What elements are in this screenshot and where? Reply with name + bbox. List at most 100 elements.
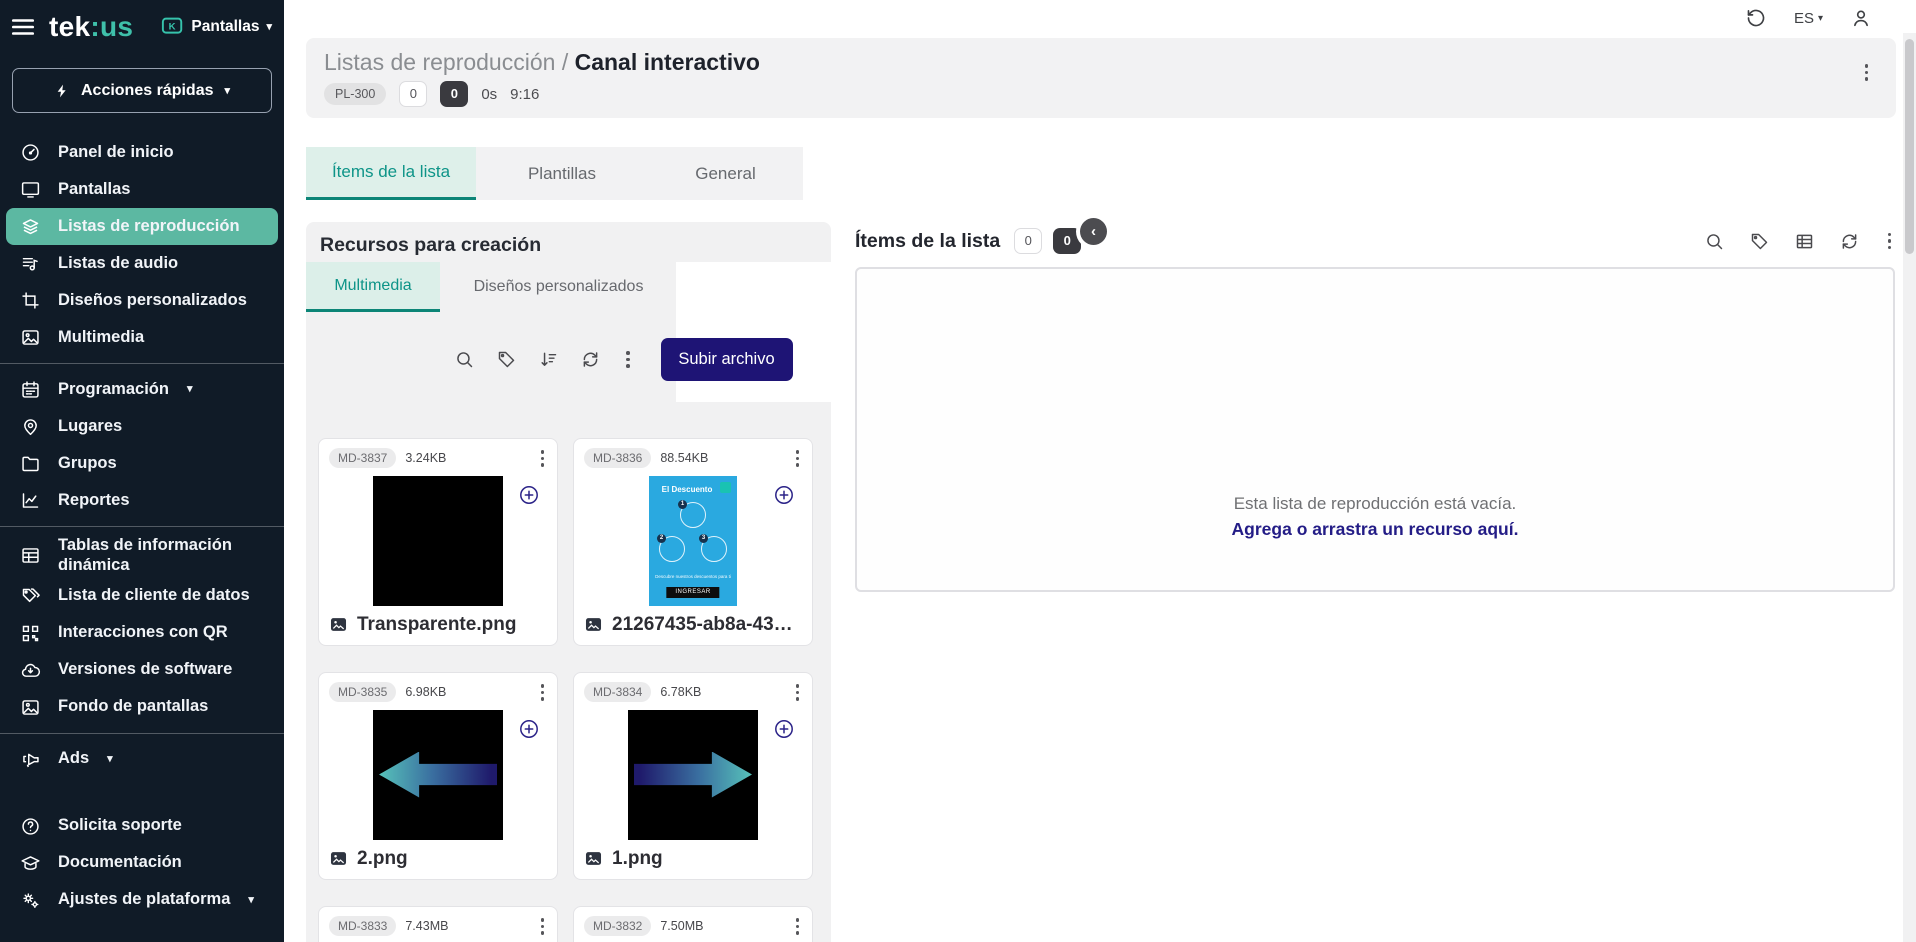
- collapse-panel-button[interactable]: ‹: [1080, 218, 1107, 245]
- sidebar-item-programacion[interactable]: Programación ▾: [6, 371, 278, 408]
- sidebar-item-interacciones-qr[interactable]: Interacciones con QR: [6, 615, 278, 652]
- header-kebab-icon[interactable]: [1861, 60, 1873, 85]
- tab-plantillas[interactable]: Plantillas: [476, 147, 648, 200]
- sidebar-item-disenos-personalizados[interactable]: Diseños personalizados: [6, 282, 278, 319]
- scrollbar-thumb[interactable]: [1905, 39, 1914, 254]
- tekus-logo[interactable]: tek:us: [49, 13, 133, 41]
- card-kebab-icon[interactable]: [792, 914, 804, 939]
- card-kebab-icon[interactable]: [537, 446, 549, 471]
- sidebar-item-listas-de-reproduccion[interactable]: Listas de reproducción: [6, 208, 278, 245]
- tab-general[interactable]: General: [648, 147, 803, 200]
- sidebar-item-reportes[interactable]: Reportes: [6, 482, 278, 519]
- toolbar-kebab-icon[interactable]: [622, 347, 634, 372]
- playlist-meta-row: PL-300 0 0 0s 9:16: [324, 81, 1878, 107]
- history-icon[interactable]: [1745, 7, 1767, 29]
- playlist-dropzone[interactable]: Esta lista de reproducción está vacía. A…: [855, 267, 1895, 592]
- card-kebab-icon[interactable]: [537, 914, 549, 939]
- media-card[interactable]: MD-3837 3.24KB Transparente.png: [318, 438, 558, 646]
- tab-multimedia[interactable]: Multimedia: [306, 262, 440, 312]
- sidebar-item-pantallas[interactable]: Pantallas: [6, 171, 278, 208]
- media-card[interactable]: MD-3833 7.43MB: [318, 906, 558, 942]
- tab-disenos-personalizados[interactable]: Diseños personalizados: [440, 262, 677, 312]
- sidebar-item-solicita-soporte[interactable]: Solicita soporte: [6, 808, 278, 845]
- sidebar-item-fondo-pantallas[interactable]: Fondo de pantallas: [6, 689, 278, 726]
- audio-list-icon: [20, 253, 41, 274]
- sidebar-item-versiones-software[interactable]: Versiones de software: [6, 652, 278, 689]
- chevron-down-icon: ▾: [224, 84, 230, 97]
- sort-icon[interactable]: [538, 349, 559, 370]
- count-badge-light: 0: [399, 81, 427, 107]
- card-kebab-icon[interactable]: [792, 446, 804, 471]
- media-card[interactable]: MD-3834 6.78KB 1.png: [573, 672, 813, 880]
- sidebar-top: tek:us K Pantallas ▾: [0, 0, 284, 46]
- sidebar-item-panel-de-inicio[interactable]: Panel de inicio: [6, 134, 278, 171]
- breadcrumb: Listas de reproducción / Canal interacti…: [324, 46, 1878, 78]
- playlist-kebab-icon[interactable]: [1884, 229, 1896, 254]
- map-pin-icon: [20, 416, 41, 437]
- empty-state-action[interactable]: Agrega o arrastra un recurso aquí.: [1232, 519, 1519, 540]
- empty-state-text: Esta lista de reproducción está vacía.: [1234, 494, 1517, 514]
- poster-logo-badge: [720, 482, 731, 493]
- sidebar-item-grupos[interactable]: Grupos: [6, 445, 278, 482]
- media-card[interactable]: MD-3835 6.98KB 2.png: [318, 672, 558, 880]
- tab-items-de-la-lista[interactable]: Ítems de la lista: [306, 147, 476, 200]
- sidebar-item-documentacion[interactable]: Documentación: [6, 845, 278, 882]
- logo-dots: :: [90, 11, 100, 42]
- add-to-playlist-button[interactable]: [510, 476, 548, 514]
- media-card[interactable]: MD-3836 88.54KB El Descuento 1 2 3 Descu…: [573, 438, 813, 646]
- sidebar-item-ads[interactable]: Ads ▾: [6, 741, 278, 778]
- table-view-icon[interactable]: [1794, 231, 1815, 252]
- sidebar-item-ajustes-plataforma[interactable]: Ajustes de plataforma ▾: [6, 882, 278, 919]
- graduation-cap-icon: [20, 853, 41, 874]
- upload-file-button[interactable]: Subir archivo: [661, 338, 793, 381]
- sidebar-item-listas-de-audio[interactable]: Listas de audio: [6, 245, 278, 282]
- search-icon[interactable]: [1704, 231, 1725, 252]
- media-size-label: 6.78KB: [660, 685, 701, 699]
- vertical-scrollbar[interactable]: [1903, 33, 1916, 942]
- add-to-playlist-button[interactable]: [765, 476, 803, 514]
- card-kebab-icon[interactable]: [792, 680, 804, 705]
- media-card[interactable]: MD-3832 7.50MB: [573, 906, 813, 942]
- sidebar-divider: [0, 733, 284, 734]
- main-tabs: Ítems de la lista Plantillas General: [306, 147, 803, 200]
- card-kebab-icon[interactable]: [537, 680, 549, 705]
- sidebar-item-tablas-informacion-dinamica[interactable]: Tablas de información dinámica: [6, 534, 278, 578]
- tag-icon[interactable]: [496, 349, 517, 370]
- language-label: ES: [1794, 10, 1814, 27]
- chevron-down-icon: ▾: [187, 383, 193, 396]
- sidebar-item-lugares[interactable]: Lugares: [6, 408, 278, 445]
- language-selector[interactable]: ES ▾: [1794, 10, 1823, 27]
- svg-text:K: K: [169, 22, 176, 33]
- page-header: Listas de reproducción / Canal interacti…: [306, 38, 1896, 118]
- hamburger-menu-icon[interactable]: [10, 14, 36, 40]
- resources-tabs: Multimedia Diseños personalizados: [306, 262, 831, 312]
- sidebar-spacer: [0, 778, 284, 808]
- aspect-ratio-label: 9:16: [510, 86, 539, 103]
- screens-dropdown[interactable]: K Pantallas ▾: [161, 16, 272, 37]
- breadcrumb-separator: /: [562, 49, 568, 75]
- add-to-playlist-button[interactable]: [765, 710, 803, 748]
- chevron-down-icon: ▾: [266, 20, 272, 33]
- monitor-k-icon: K: [161, 16, 184, 37]
- playlist-title: Ítems de la lista: [855, 230, 1000, 253]
- user-icon[interactable]: [1850, 7, 1872, 29]
- media-size-label: 3.24KB: [405, 451, 446, 465]
- quick-actions-button[interactable]: Acciones rápidas ▾: [12, 68, 272, 113]
- add-to-playlist-button[interactable]: [510, 710, 548, 748]
- image-file-icon: [584, 849, 603, 868]
- sync-icon[interactable]: [580, 349, 601, 370]
- tag-icon[interactable]: [1749, 231, 1770, 252]
- logo-tek: tek: [49, 11, 90, 42]
- sync-icon[interactable]: [1839, 231, 1860, 252]
- gauge-icon: [20, 142, 41, 163]
- plus-circle-icon: [772, 717, 796, 741]
- breadcrumb-parent[interactable]: Listas de reproducción: [324, 49, 555, 75]
- sidebar-nav: Panel de inicio Pantallas Listas de repr…: [0, 134, 284, 942]
- sidebar-item-lista-cliente-datos[interactable]: Lista de cliente de datos: [6, 578, 278, 615]
- image-file-icon: [329, 615, 348, 634]
- media-cards-grid: MD-3837 3.24KB Transparente.png MD-3836 …: [318, 438, 819, 942]
- sidebar-item-multimedia[interactable]: Multimedia: [6, 319, 278, 356]
- quick-actions-label: Acciones rápidas: [81, 82, 214, 100]
- search-icon[interactable]: [454, 349, 475, 370]
- image-file-icon: [329, 849, 348, 868]
